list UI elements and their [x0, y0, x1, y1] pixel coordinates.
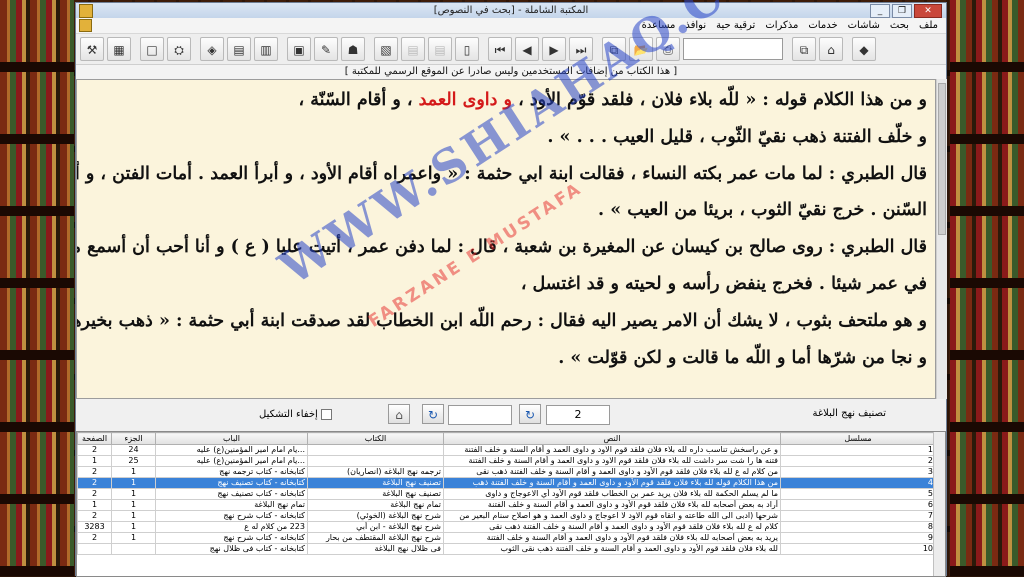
table-row[interactable]: 1 1 تمام نهج البلاغة تمام نهج البلاغة أراد ب…	[77, 499, 936, 511]
bookshelf-left	[0, 0, 74, 576]
page-number-input[interactable]: 2	[546, 405, 610, 425]
text-line-8: و نجا من شرّها أما و اللّه ما قالت و لكن…	[558, 347, 927, 368]
pages-icon[interactable]: ▥	[254, 37, 278, 61]
toolbar: ⚒ ▦ □ ⛭ ◈ ▤ ▥ ▣ ✎ ☗ ▧ ▤ ▤ ▯ ⏮ ◀ ▶ ⏭ ⧉ 📂 …	[76, 34, 946, 65]
print-icon[interactable]: ⎙	[656, 37, 680, 61]
window-icon[interactable]: ⧉	[602, 37, 626, 61]
bookshelf-right	[950, 0, 1024, 576]
col-page[interactable]: الصفحة	[77, 432, 112, 445]
col-text[interactable]: النص	[443, 432, 781, 445]
table-row[interactable]: 2 1 كتابخانه - كتاب شرح نهج شرح نهج البلاغة…	[77, 532, 936, 544]
text-line-7: و هو ملتحف بثوب ، لا يشك أن الامر يصير ا…	[76, 310, 927, 331]
tools-icon[interactable]: ⚒	[80, 37, 104, 61]
text-scrollbar[interactable]	[936, 79, 947, 399]
copy-icon[interactable]: ◈	[200, 37, 224, 61]
menu-notes[interactable]: مذكرات	[765, 20, 798, 31]
hide-tashkeel-label: إخفاء التشكيل	[259, 409, 318, 420]
search-controls: تصنيف نهج البلاغة 2 ↻ ↻ ⌂ إخفاء التشكيل	[76, 401, 946, 427]
refresh-icon[interactable]: ↻	[519, 404, 541, 424]
toolbar-search-input[interactable]	[683, 38, 783, 60]
copy2-icon[interactable]: ⧉	[792, 37, 816, 61]
tag-icon[interactable]: ⌂	[819, 37, 843, 61]
menu-file[interactable]: ملف	[919, 20, 938, 31]
prev-icon[interactable]: ◀	[515, 37, 539, 61]
secondary-number-input[interactable]	[448, 405, 512, 425]
maximize-button[interactable]: ❐	[892, 4, 912, 18]
table-row[interactable]: 2 1 كتابخانه - كتاب شرح نهج شرح نهج البلاغة…	[77, 510, 936, 522]
table-row[interactable]: 2 1 كتابخانه - كتاب ترجمه نهج ترجمه نهج الب…	[77, 466, 936, 478]
last-icon[interactable]: ⏭	[569, 37, 593, 61]
mdi-icon	[79, 19, 92, 32]
book-banner: [ هذا الكتاب من إضافات المستخدمين وليس ص…	[76, 65, 946, 80]
menu-search[interactable]: بحث	[890, 20, 909, 31]
format-icon[interactable]: ▧	[374, 37, 398, 61]
new-page-icon[interactable]: □	[140, 37, 164, 61]
menu-bar: ملف بحث شاشات خدمات مذكرات ترقية حية نوا…	[76, 18, 946, 34]
title-bar: المكتبة الشاملة - [بحث في النصوص] _ ❐ ✕	[76, 3, 946, 18]
menu-windows[interactable]: نوافذ	[685, 20, 706, 31]
text-scroll-thumb[interactable]	[938, 83, 946, 235]
doc-icon[interactable]: ▤	[227, 37, 251, 61]
book-text-panel[interactable]: و من هذا الكلام قوله : « للّه بلاء فلان …	[76, 79, 936, 399]
eraser-icon[interactable]: ◆	[852, 37, 876, 61]
text-line-4: السّنن . خرج نقيّ الثوب ، بريئا من العيب…	[598, 200, 927, 221]
refresh-icon-2[interactable]: ↻	[422, 404, 444, 424]
list-dim-icon[interactable]: ▤	[401, 37, 425, 61]
text-line-1: و من هذا الكلام قوله : « للّه بلاء فلان …	[298, 90, 927, 110]
menu-services[interactable]: خدمات	[808, 20, 837, 31]
col-book[interactable]: الكتاب	[307, 432, 444, 445]
binoculars-icon[interactable]: ⛭	[167, 37, 191, 61]
table-row[interactable]: 1 25 ...يام امام امير المؤمنين(ع) عليه فتنه…	[77, 455, 936, 467]
menu-help[interactable]: مساعدة	[642, 20, 676, 31]
book-icon[interactable]: ▯	[455, 37, 479, 61]
table-row[interactable]: 3283 1 223 من كلام له ع شرح نهج البلاغة - ا…	[77, 521, 936, 533]
text-line-5: قال الطبري : روى صالح بن كيسان عن المغير…	[76, 237, 927, 258]
minimize-button[interactable]: _	[870, 4, 890, 18]
first-icon[interactable]: ⏮	[488, 37, 512, 61]
menu-live-update[interactable]: ترقية حية	[716, 20, 755, 31]
table-scrollbar[interactable]	[933, 432, 945, 576]
app-window: المكتبة الشاملة - [بحث في النصوص] _ ❐ ✕ …	[75, 2, 947, 577]
folder-note-icon[interactable]: ▣	[287, 37, 311, 61]
text-line-3: قال الطبري : لما مات عمر بكته النساء ، ف…	[76, 163, 927, 184]
results-table: الصفحة الجزء الباب الكتاب النص مسلسل 2 24…	[76, 431, 946, 577]
table-row-selected[interactable]: 2 1 كتابخانه - كتاب تصنيف نهج تصنيف نهج الب…	[77, 477, 936, 489]
window-title: المكتبة الشاملة - [بحث في النصوص]	[433, 5, 589, 16]
table-header-row: الصفحة الجزء الباب الكتاب النص مسلسل	[77, 432, 936, 445]
table-row[interactable]: 2 1 كتابخانه - كتاب تصنيف نهج تصنيف نهج الب…	[77, 488, 936, 500]
text-line-2: و خلّف الفتنة ذهب نقيّ الثّوب ، قليل الع…	[547, 126, 927, 147]
col-serial[interactable]: مسلسل	[780, 432, 936, 445]
open-folder-icon[interactable]: 📂	[629, 37, 653, 61]
category-label: تصنيف نهج البلاغة	[812, 408, 886, 419]
next-icon[interactable]: ▶	[542, 37, 566, 61]
list-dim-icon-2[interactable]: ▤	[428, 37, 452, 61]
checkbox-box[interactable]	[320, 409, 332, 420]
tag-filter-icon[interactable]: ⌂	[388, 404, 410, 424]
col-chapter[interactable]: الباب	[155, 432, 308, 445]
text-line-6: في عمر شيئا . فخرج ينفض رأسه و لحيته و ق…	[520, 273, 927, 294]
bookmark-icon[interactable]: ☗	[341, 37, 365, 61]
pencil-icon[interactable]: ✎	[314, 37, 338, 61]
close-button[interactable]: ✕	[914, 4, 942, 18]
menu-screens[interactable]: شاشات	[848, 20, 880, 31]
table-row[interactable]: كتابخانه - كتاب فى ظلال نهج فى ظلال نهج ا…	[77, 543, 936, 555]
col-part[interactable]: الجزء	[111, 432, 156, 445]
table-row[interactable]: 2 24 ...يام امام امير المؤمنين(ع) عليه و عن…	[77, 444, 936, 456]
hide-tashkeel-checkbox[interactable]: إخفاء التشكيل	[259, 409, 332, 420]
calculator-icon[interactable]: ▦	[107, 37, 131, 61]
highlighted-phrase: و داوى العمد	[418, 90, 512, 110]
